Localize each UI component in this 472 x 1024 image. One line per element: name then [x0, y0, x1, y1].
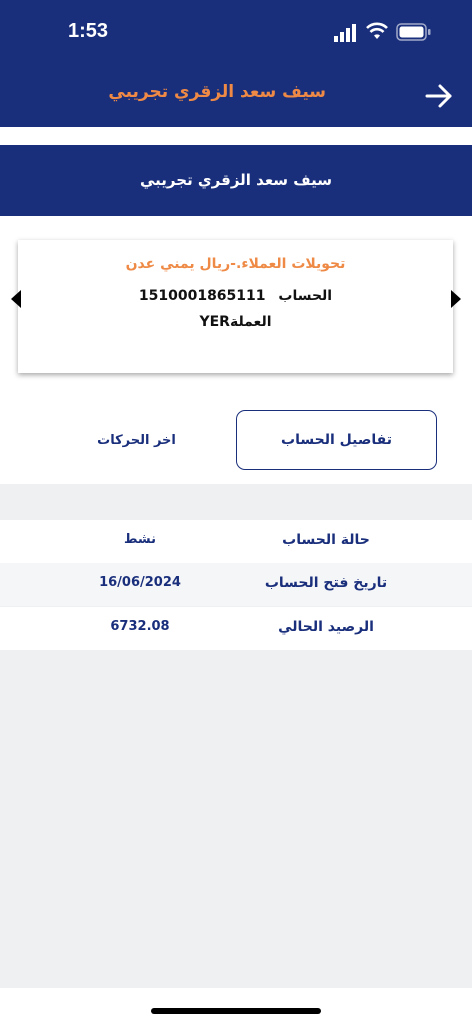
chevron-left-icon[interactable] — [11, 290, 21, 308]
chevron-right-icon[interactable] — [451, 290, 461, 308]
details-value: 6732.08 — [110, 619, 170, 634]
status-bar: 1:53 — [0, 0, 472, 66]
details-label: حالة الحساب — [282, 532, 370, 548]
home-indicator[interactable] — [151, 1008, 321, 1014]
tab-account-details[interactable]: تفاصيل الحساب — [236, 410, 437, 470]
customer-name-banner: سيف سعد الزقري تجريبي — [0, 145, 472, 216]
header-title: سيف سعد الزقري تجريبي — [108, 82, 326, 102]
currency-value: YER — [199, 314, 230, 330]
app-header: سيف سعد الزقري تجريبي — [0, 66, 472, 127]
battery-icon — [396, 23, 431, 41]
tab-last-transactions[interactable]: اخر الحركات — [36, 410, 237, 470]
account-card[interactable]: تحويلات العملاء.-ريال يمني عدن 151000186… — [18, 240, 453, 373]
details-row-status: حالة الحساب نشط — [0, 520, 472, 563]
details-label: الرصيد الحالي — [278, 619, 374, 635]
wifi-icon — [366, 22, 388, 39]
account-label: الحساب — [278, 288, 333, 304]
currency-label: العملة — [229, 314, 272, 330]
account-number-row: 1510001865111 الحساب — [18, 288, 453, 304]
account-number: 1510001865111 — [138, 288, 266, 304]
details-value: 16/06/2024 — [99, 575, 181, 590]
details-row-balance: الرصيد الحالي 6732.08 — [0, 607, 472, 650]
arrow-right-icon[interactable] — [424, 83, 454, 109]
currency-row: YERالعملة — [18, 314, 453, 330]
customer-name: سيف سعد الزقري تجريبي — [140, 171, 332, 189]
details-value: نشط — [123, 532, 157, 547]
account-card-title: تحويلات العملاء.-ريال يمني عدن — [125, 256, 346, 272]
status-time: 1:53 — [68, 20, 109, 42]
details-label: تاريخ فتح الحساب — [264, 575, 388, 591]
signal-icon — [334, 24, 356, 42]
bottom-safe-area — [0, 988, 472, 1024]
details-row-open-date: تاريخ فتح الحساب 16/06/2024 — [0, 563, 472, 606]
